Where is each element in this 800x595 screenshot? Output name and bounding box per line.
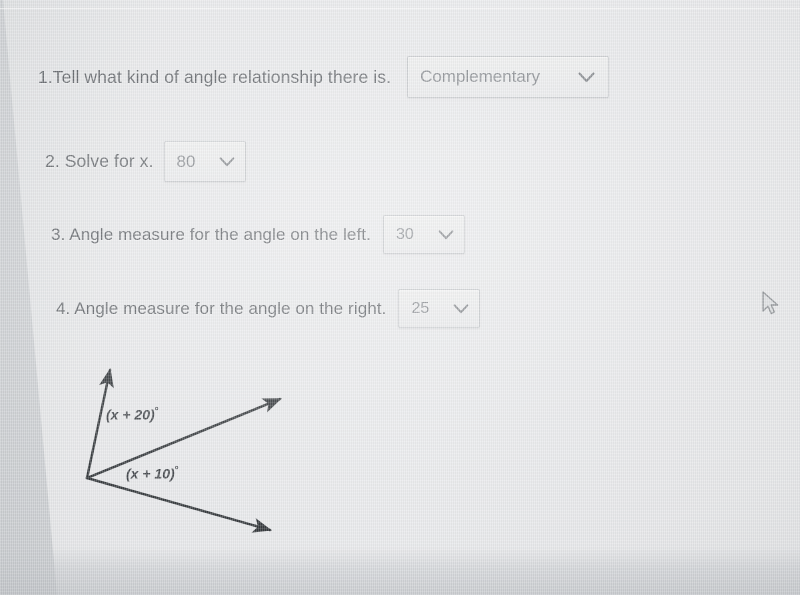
left-angle-select[interactable]: 30	[382, 215, 465, 254]
chevron-down-icon	[432, 229, 464, 240]
question-row-2: 2. Solve for x. 80	[45, 141, 246, 182]
question-row-1: 1.Tell what kind of angle relationship t…	[38, 56, 610, 98]
question-row-3: 3. Angle measure for the angle on the le…	[51, 215, 465, 254]
upper-angle-label: (x + 20)°	[106, 406, 159, 423]
question-2-label: 2. Solve for x.	[45, 151, 154, 171]
chevron-down-icon	[447, 303, 479, 314]
upper-angle-expression: (x + 20)	[106, 406, 155, 423]
right-angle-select[interactable]: 25	[398, 289, 481, 328]
lower-angle-expression: (x + 10)	[126, 465, 175, 482]
solve-for-x-select-value: 80	[176, 151, 196, 171]
chevron-down-icon	[564, 71, 608, 83]
right-angle-select-value: 25	[411, 299, 430, 317]
chevron-down-icon	[213, 156, 245, 167]
ray-upper-left	[85, 368, 114, 480]
angle-diagram: (x + 20)° (x + 10)°	[70, 350, 310, 555]
question-1-label: 1.Tell what kind of angle relationship t…	[38, 66, 392, 87]
screenshot-root: 1.Tell what kind of angle relationship t…	[0, 0, 800, 595]
ray-lower-right	[85, 476, 272, 533]
left-angle-select-value: 30	[395, 225, 414, 243]
question-row-4: 4. Angle measure for the angle on the ri…	[56, 289, 481, 328]
relationship-select-value: Complementary	[420, 67, 541, 86]
degree-symbol: °	[174, 465, 179, 476]
angle-diagram-svg	[85, 368, 282, 533]
question-3-label: 3. Angle measure for the angle on the le…	[51, 224, 371, 244]
solve-for-x-select[interactable]: 80	[163, 141, 246, 182]
mouse-pointer	[760, 290, 782, 318]
degree-symbol: °	[154, 406, 159, 417]
worksheet-content: 1.Tell what kind of angle relationship t…	[0, 0, 800, 595]
question-4-label: 4. Angle measure for the angle on the ri…	[56, 298, 387, 318]
relationship-select[interactable]: Complementary	[407, 56, 610, 98]
lower-angle-label: (x + 10)°	[126, 465, 179, 482]
cursor-arrow-icon	[762, 291, 779, 315]
